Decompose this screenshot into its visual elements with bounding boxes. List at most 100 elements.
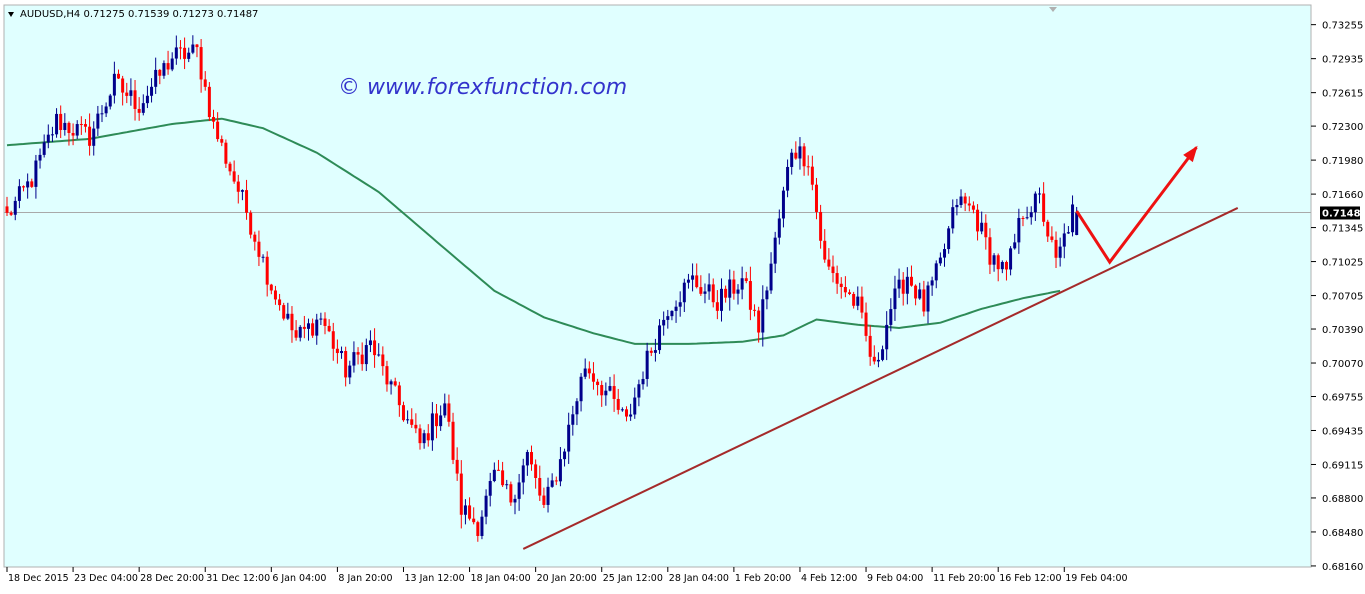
time-tick-label: 23 Dec 04:00 bbox=[74, 573, 138, 584]
candle-body bbox=[658, 325, 662, 351]
time-tick-label: 4 Feb 12:00 bbox=[801, 573, 857, 584]
candle-body bbox=[926, 285, 930, 312]
candle-body bbox=[1038, 193, 1041, 195]
candle-body bbox=[158, 69, 162, 76]
candle-body bbox=[34, 160, 38, 187]
candle-body bbox=[719, 288, 723, 311]
candle-body bbox=[170, 58, 174, 70]
candle-body bbox=[691, 275, 695, 280]
candle-body bbox=[596, 381, 600, 386]
candle-body bbox=[699, 287, 703, 294]
price-tick-label: 0.72615 bbox=[1322, 89, 1363, 100]
candle-body bbox=[447, 403, 451, 422]
candle-body bbox=[344, 350, 348, 378]
candle-body bbox=[451, 421, 455, 460]
candle-body bbox=[117, 73, 121, 79]
candle-body bbox=[1000, 261, 1004, 270]
candle-body bbox=[761, 299, 765, 333]
candle-body bbox=[302, 326, 306, 329]
candle-body bbox=[802, 146, 806, 167]
candle-body bbox=[769, 263, 773, 291]
candle-body bbox=[368, 340, 372, 346]
candle-body bbox=[26, 181, 30, 188]
candle-body bbox=[728, 279, 732, 298]
candle-body bbox=[872, 356, 876, 362]
candle-body bbox=[711, 284, 715, 303]
candle-body bbox=[918, 289, 922, 299]
candle-body bbox=[187, 52, 191, 59]
candle-body bbox=[806, 166, 810, 168]
candle-body bbox=[75, 124, 79, 136]
candle-body bbox=[889, 309, 893, 325]
candle-body bbox=[831, 266, 835, 274]
candle-body bbox=[740, 278, 744, 290]
candle-body bbox=[563, 451, 567, 460]
candle-body bbox=[319, 318, 323, 320]
candle-body bbox=[496, 469, 500, 471]
candle-body bbox=[1050, 236, 1054, 240]
candle-body bbox=[839, 283, 843, 288]
candle-body bbox=[1029, 212, 1033, 218]
candle-body bbox=[947, 228, 951, 250]
candle-body bbox=[83, 124, 87, 127]
candle-body bbox=[1004, 261, 1008, 270]
candle-body bbox=[707, 284, 711, 292]
candle-body bbox=[678, 302, 682, 307]
candle-body bbox=[377, 354, 381, 356]
candle-body bbox=[265, 256, 269, 285]
price-chart[interactable]: 0.73255 0.72935 0.72615 0.72300 0.71980 0.716… bbox=[0, 0, 1365, 590]
candle-body bbox=[476, 522, 480, 536]
candle-body bbox=[17, 186, 21, 201]
candle-body bbox=[587, 368, 591, 374]
candle-body bbox=[810, 166, 814, 185]
candle-body bbox=[790, 152, 794, 167]
price-tick-label: 0.68480 bbox=[1322, 528, 1363, 539]
candle-body bbox=[1017, 217, 1021, 243]
candle-body bbox=[459, 473, 463, 515]
candle-body bbox=[819, 211, 823, 241]
candle-body bbox=[748, 281, 752, 310]
candle-body bbox=[860, 296, 864, 313]
price-tick-label: 0.70705 bbox=[1322, 292, 1363, 303]
candle-body bbox=[79, 124, 83, 126]
price-tick-label: 0.73255 bbox=[1322, 21, 1363, 32]
candle-body bbox=[294, 330, 298, 338]
candle-body bbox=[195, 44, 199, 48]
candle-body bbox=[868, 335, 872, 357]
candle-body bbox=[620, 409, 624, 411]
candle-body bbox=[583, 368, 587, 377]
candle-body bbox=[509, 484, 513, 503]
candle-body bbox=[542, 495, 546, 505]
candle-body bbox=[278, 299, 282, 306]
candle-body bbox=[876, 359, 880, 362]
watermark-text: © www.forexfunction.com bbox=[338, 75, 627, 100]
candle-body bbox=[129, 90, 133, 96]
candle-body bbox=[1046, 221, 1050, 237]
candle-body bbox=[492, 469, 496, 482]
candle-body bbox=[240, 190, 244, 192]
candle-body bbox=[145, 95, 149, 104]
price-tick-label: 0.71980 bbox=[1322, 156, 1363, 167]
candle-body bbox=[864, 312, 868, 336]
price-tick-label: 0.72935 bbox=[1322, 55, 1363, 66]
candle-body bbox=[418, 428, 422, 444]
candle-body bbox=[253, 234, 257, 242]
candle-body bbox=[488, 481, 492, 496]
candle-body bbox=[852, 293, 856, 306]
candle-body bbox=[286, 313, 290, 319]
chart-window[interactable]: 0.73255 0.72935 0.72615 0.72300 0.71980 0.716… bbox=[0, 0, 1365, 590]
candle-body bbox=[625, 409, 628, 417]
candle-body bbox=[653, 350, 657, 353]
candle-body bbox=[992, 255, 996, 265]
candle-body bbox=[178, 47, 182, 49]
candle-body bbox=[976, 209, 980, 232]
candle-body bbox=[249, 212, 253, 235]
plot-area[interactable] bbox=[3, 4, 1312, 568]
candle-body bbox=[934, 263, 938, 281]
candle-body bbox=[513, 498, 517, 503]
candle-body bbox=[88, 126, 92, 146]
candle-body bbox=[50, 134, 54, 136]
candle-body bbox=[261, 256, 265, 258]
candle-body bbox=[5, 206, 9, 213]
candle-body bbox=[22, 186, 26, 188]
